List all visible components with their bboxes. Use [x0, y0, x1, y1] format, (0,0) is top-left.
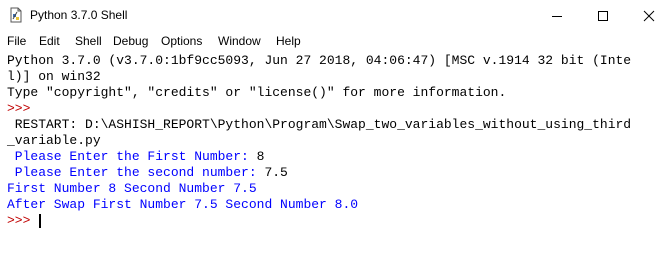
user-input-value: 7.5 — [264, 165, 288, 180]
user-input-value: 8 — [256, 149, 265, 164]
maximize-button[interactable] — [580, 0, 626, 31]
menu-file[interactable]: File — [7, 33, 26, 49]
restart-line: _variable.py — [7, 133, 101, 148]
text-cursor — [39, 214, 41, 228]
menu-options[interactable]: Options — [161, 33, 202, 49]
input-prompt-text: Please Enter the First Number: — [7, 149, 257, 164]
input-line: Please Enter the First Number: 8 — [7, 149, 265, 165]
output-line: First Number 8 Second Number 7.5 — [7, 181, 257, 196]
restart-line: RESTART: D:\ASHISH_REPORT\Python\Program… — [7, 117, 632, 132]
minimize-button[interactable] — [534, 0, 580, 31]
window-title: Python 3.7.0 Shell — [30, 8, 128, 22]
input-prompt-text: Please Enter the second number: — [7, 165, 265, 180]
banner-line: Type "copyright", "credits" or "license(… — [7, 85, 507, 100]
title-bar[interactable]: Python 3.7.0 Shell — [0, 0, 672, 31]
prompt: >>> — [7, 213, 39, 228]
menu-edit[interactable]: Edit — [39, 33, 60, 49]
shell-text-area[interactable]: Python 3.7.0 (v3.7.0:1bf9cc5093, Jun 27 … — [0, 50, 672, 260]
menu-help[interactable]: Help — [276, 33, 301, 49]
banner-line: l)] on win32 — [7, 69, 101, 84]
prompt: >>> — [7, 101, 31, 116]
menu-shell[interactable]: Shell — [75, 33, 102, 49]
banner-line: Python 3.7.0 (v3.7.0:1bf9cc5093, Jun 27 … — [7, 53, 632, 68]
idle-shell-window: Python 3.7.0 Shell File Edit Shell Debug… — [0, 0, 672, 260]
menu-bar: File Edit Shell Debug Options Window Hel… — [0, 31, 672, 50]
minimize-icon — [552, 15, 562, 17]
close-icon — [643, 10, 655, 21]
menu-debug[interactable]: Debug — [113, 33, 148, 49]
close-button[interactable] — [626, 0, 672, 31]
python-idle-icon — [8, 7, 24, 23]
output-line: After Swap First Number 7.5 Second Numbe… — [7, 197, 359, 212]
menu-window[interactable]: Window — [218, 33, 261, 49]
input-line: Please Enter the second number: 7.5 — [7, 165, 288, 181]
maximize-icon — [598, 10, 608, 21]
